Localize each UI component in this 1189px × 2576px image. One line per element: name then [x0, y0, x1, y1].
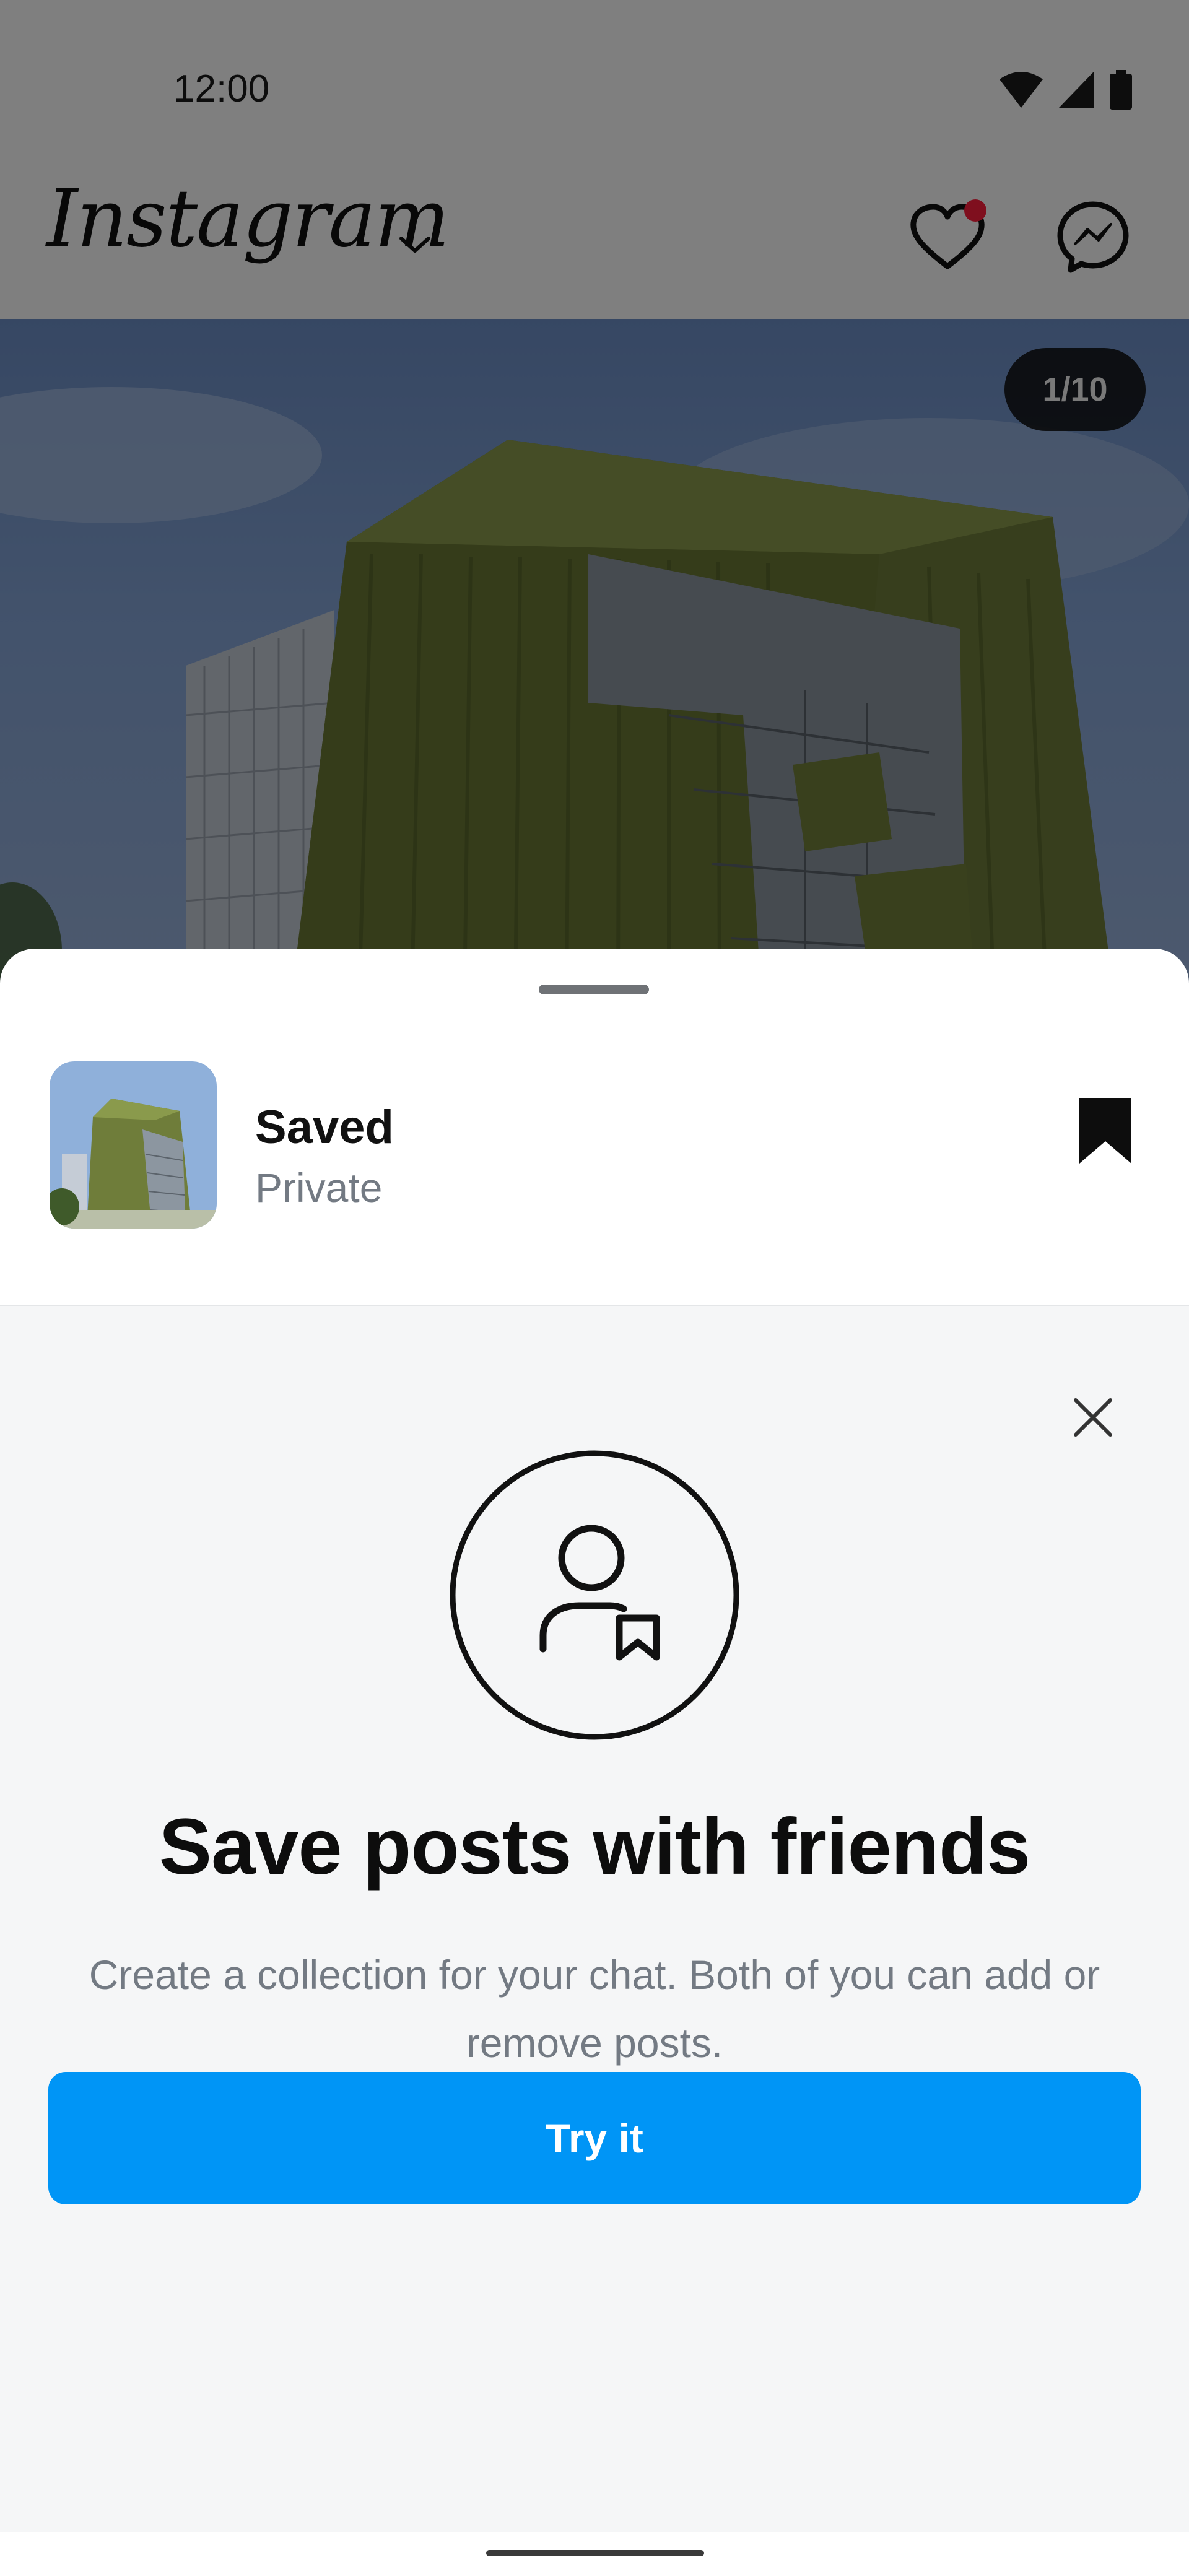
promo-title: Save posts with friends: [159, 1803, 1031, 1891]
bookmark-filled-icon[interactable]: [1074, 1094, 1136, 1168]
navigation-gesture-bar[interactable]: [486, 2550, 704, 2556]
close-icon[interactable]: [1062, 1386, 1124, 1448]
drag-handle[interactable]: [539, 985, 649, 994]
saved-collection-thumbnail: [50, 1061, 217, 1229]
saved-collection-row[interactable]: Saved Private: [0, 1048, 1189, 1305]
saved-collection-title: Saved: [255, 1101, 394, 1154]
shared-collection-promo: Save posts with friends Create a collect…: [0, 1305, 1189, 2532]
promo-description: Create a collection for your chat. Both …: [89, 1952, 1100, 2066]
person-bookmark-icon: [450, 1450, 739, 1740]
try-it-button[interactable]: Try it: [48, 2072, 1141, 2204]
save-bottom-sheet: Saved Private Save posts with friends Cr…: [0, 949, 1189, 2576]
saved-collection-privacy: Private: [255, 1165, 383, 1211]
